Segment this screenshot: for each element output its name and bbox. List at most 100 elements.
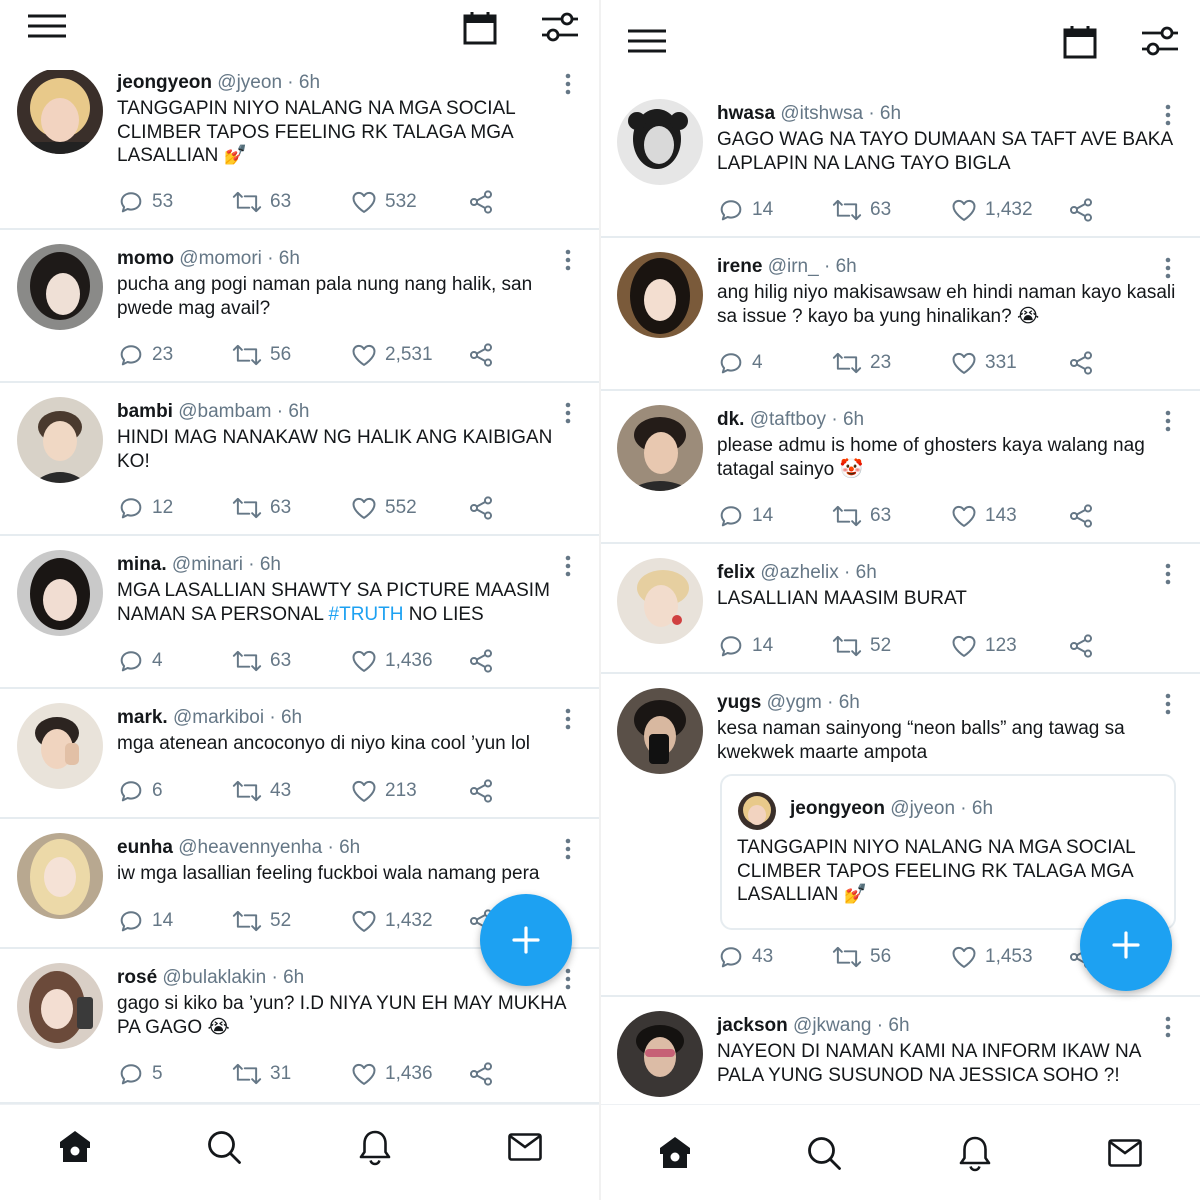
retweet-button[interactable]: 52 bbox=[231, 906, 291, 936]
avatar[interactable] bbox=[617, 1011, 703, 1097]
share-button[interactable] bbox=[467, 340, 502, 370]
display-name[interactable]: mark. bbox=[117, 707, 168, 728]
like-button[interactable]: 532 bbox=[350, 187, 417, 217]
like-button[interactable]: 331 bbox=[950, 348, 1017, 378]
compose-tweet-button[interactable] bbox=[480, 894, 572, 986]
like-button[interactable]: 1,436 bbox=[350, 646, 433, 676]
avatar[interactable] bbox=[17, 244, 103, 330]
display-name[interactable]: rosé bbox=[117, 967, 157, 988]
more-options-icon[interactable] bbox=[564, 249, 572, 271]
reply-button[interactable]: 6 bbox=[117, 776, 163, 806]
display-name[interactable]: dk. bbox=[717, 409, 744, 430]
avatar[interactable] bbox=[617, 405, 703, 491]
more-options-icon[interactable] bbox=[564, 838, 572, 860]
reply-button[interactable]: 14 bbox=[117, 906, 173, 936]
avatar[interactable] bbox=[17, 397, 103, 483]
quoted-avatar[interactable] bbox=[738, 792, 776, 830]
home-icon[interactable] bbox=[57, 1129, 93, 1165]
display-name[interactable]: irene bbox=[717, 256, 762, 277]
retweet-button[interactable]: 43 bbox=[231, 776, 291, 806]
reply-button[interactable]: 43 bbox=[717, 942, 773, 972]
tweet[interactable]: jeongyeon @jyeon · 6h TANGGAPIN NIYO NAL… bbox=[0, 68, 600, 230]
more-options-icon[interactable] bbox=[1164, 257, 1172, 279]
retweet-button[interactable]: 31 bbox=[231, 1059, 291, 1089]
share-button[interactable] bbox=[1067, 195, 1102, 225]
notifications-icon[interactable] bbox=[957, 1135, 993, 1173]
reply-button[interactable]: 23 bbox=[117, 340, 173, 370]
like-button[interactable]: 1,436 bbox=[350, 1059, 433, 1089]
like-button[interactable]: 1,432 bbox=[350, 906, 433, 936]
more-options-icon[interactable] bbox=[564, 402, 572, 424]
share-button[interactable] bbox=[1067, 631, 1102, 661]
retweet-button[interactable]: 63 bbox=[231, 646, 291, 676]
search-icon[interactable] bbox=[206, 1129, 242, 1165]
notifications-icon[interactable] bbox=[357, 1129, 393, 1167]
reply-button[interactable]: 14 bbox=[717, 631, 773, 661]
more-options-icon[interactable] bbox=[1164, 1016, 1172, 1038]
display-name[interactable]: bambi bbox=[117, 401, 173, 422]
retweet-button[interactable]: 63 bbox=[231, 187, 291, 217]
search-icon[interactable] bbox=[806, 1135, 842, 1171]
share-button[interactable] bbox=[467, 646, 502, 676]
messages-icon[interactable] bbox=[507, 1129, 543, 1165]
like-button[interactable]: 2,531 bbox=[350, 340, 433, 370]
settings-sliders-icon[interactable] bbox=[1140, 24, 1180, 58]
share-button[interactable] bbox=[1067, 348, 1102, 378]
like-button[interactable]: 143 bbox=[950, 501, 1017, 531]
avatar[interactable] bbox=[617, 558, 703, 644]
share-button[interactable] bbox=[467, 776, 502, 806]
avatar[interactable] bbox=[17, 68, 103, 154]
messages-icon[interactable] bbox=[1107, 1135, 1143, 1171]
avatar[interactable] bbox=[17, 703, 103, 789]
more-options-icon[interactable] bbox=[564, 968, 572, 990]
share-button[interactable] bbox=[467, 1059, 502, 1089]
share-button[interactable] bbox=[467, 187, 502, 217]
hamburger-menu-icon[interactable] bbox=[27, 14, 67, 40]
retweet-button[interactable]: 23 bbox=[831, 348, 891, 378]
tweet[interactable]: irene @irn_ · 6h ang hilig niyo makisaws… bbox=[600, 238, 1200, 391]
tweet[interactable]: momo @momori · 6h pucha ang pogi naman p… bbox=[0, 230, 600, 383]
avatar[interactable] bbox=[17, 963, 103, 1049]
home-icon[interactable] bbox=[657, 1135, 693, 1171]
calendar-icon[interactable] bbox=[462, 10, 498, 46]
display-name[interactable]: felix bbox=[717, 562, 755, 583]
like-button[interactable]: 1,453 bbox=[950, 942, 1033, 972]
display-name[interactable]: hwasa bbox=[717, 103, 775, 124]
retweet-button[interactable]: 63 bbox=[231, 493, 291, 523]
avatar[interactable] bbox=[17, 550, 103, 636]
compose-tweet-button[interactable] bbox=[1080, 899, 1172, 991]
tweet[interactable]: hwasa @itshwsa · 6h GAGO WAG NA TAYO DUM… bbox=[600, 85, 1200, 238]
avatar[interactable] bbox=[617, 688, 703, 774]
retweet-button[interactable]: 63 bbox=[831, 501, 891, 531]
reply-button[interactable]: 12 bbox=[117, 493, 173, 523]
display-name[interactable]: eunha bbox=[117, 837, 173, 858]
display-name[interactable]: mina. bbox=[117, 554, 167, 575]
more-options-icon[interactable] bbox=[1164, 693, 1172, 715]
calendar-icon[interactable] bbox=[1062, 24, 1098, 60]
more-options-icon[interactable] bbox=[564, 708, 572, 730]
reply-button[interactable]: 14 bbox=[717, 501, 773, 531]
hamburger-menu-icon[interactable] bbox=[627, 29, 667, 55]
hashtag-link[interactable]: #TRUTH bbox=[329, 604, 404, 625]
avatar[interactable] bbox=[617, 252, 703, 338]
more-options-icon[interactable] bbox=[1164, 563, 1172, 585]
more-options-icon[interactable] bbox=[1164, 104, 1172, 126]
more-options-icon[interactable] bbox=[1164, 410, 1172, 432]
display-name[interactable]: momo bbox=[117, 248, 174, 269]
display-name[interactable]: jeongyeon bbox=[117, 72, 212, 93]
more-options-icon[interactable] bbox=[564, 555, 572, 577]
retweet-button[interactable]: 52 bbox=[831, 631, 891, 661]
avatar[interactable] bbox=[17, 833, 103, 919]
like-button[interactable]: 1,432 bbox=[950, 195, 1033, 225]
settings-sliders-icon[interactable] bbox=[540, 10, 580, 44]
reply-button[interactable]: 5 bbox=[117, 1059, 163, 1089]
like-button[interactable]: 213 bbox=[350, 776, 417, 806]
tweet[interactable]: dk. @taftboy · 6h please admu is home of… bbox=[600, 391, 1200, 544]
retweet-button[interactable]: 56 bbox=[231, 340, 291, 370]
reply-button[interactable]: 4 bbox=[117, 646, 163, 676]
tweet[interactable]: mark. @markiboi · 6h mga atenean ancocon… bbox=[0, 689, 600, 819]
like-button[interactable]: 123 bbox=[950, 631, 1017, 661]
retweet-button[interactable]: 63 bbox=[831, 195, 891, 225]
reply-button[interactable]: 14 bbox=[717, 195, 773, 225]
tweet[interactable]: felix @azhelix · 6h LASALLIAN MAASIM BUR… bbox=[600, 544, 1200, 674]
